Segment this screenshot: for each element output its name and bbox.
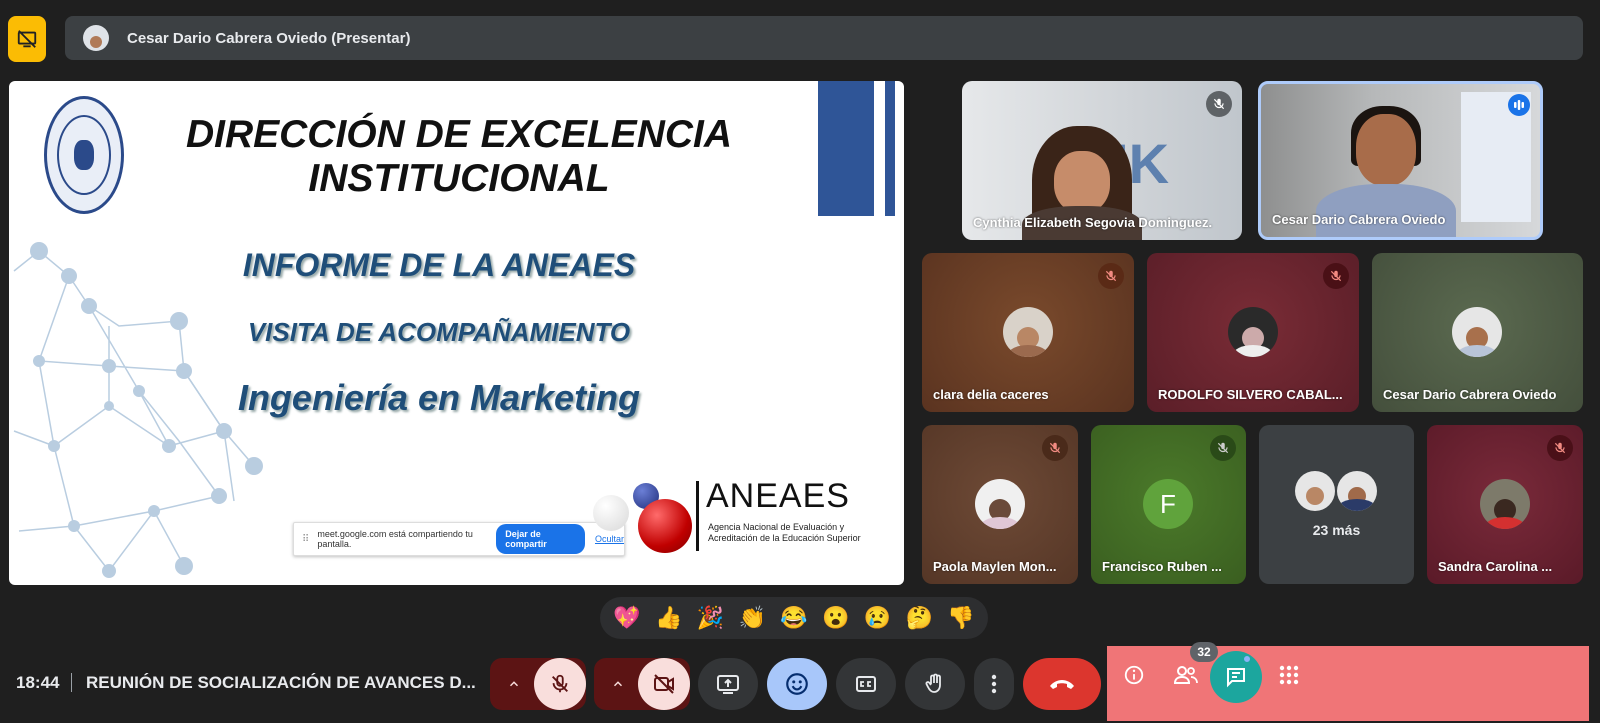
participant-name: Cesar Dario Cabrera Oviedo [1272, 212, 1446, 227]
mic-options-button[interactable] [492, 658, 536, 710]
slide-heading-visit: VISITA DE ACOMPAÑAMIENTO [247, 317, 631, 347]
camera-off-icon [654, 674, 674, 694]
meeting-clock: 18:44 [16, 673, 60, 692]
reaction-clap-button[interactable]: 👏 [738, 605, 765, 631]
participant-avatar [1228, 307, 1278, 357]
muted-mic-icon [1098, 263, 1124, 289]
participant-tile[interactable]: clara delia caceres [922, 253, 1134, 412]
closed-captions-icon [856, 676, 876, 692]
people-button[interactable] [1171, 662, 1201, 688]
presenter-name: Cesar Dario Cabrera Oviedo (Presentar) [127, 29, 411, 47]
divider [71, 673, 72, 692]
muted-mic-icon [1323, 263, 1349, 289]
apps-grid-icon [1279, 665, 1299, 685]
chat-button[interactable] [1210, 651, 1262, 703]
slide-title: DIRECCIÓN DE EXCELENCIA INSTITUCIONAL [185, 113, 733, 200]
aneaes-logo-subtitle: Agencia Nacional de Evaluación y Acredit… [708, 522, 861, 543]
participant-avatar [1295, 471, 1335, 511]
participant-name: Cynthia Elizabeth Segovia Dominguez. [973, 215, 1213, 230]
chevron-up-icon [613, 681, 623, 687]
share-notice-text: meet.google.com está compartiendo tu pan… [317, 529, 473, 549]
present-screen-button[interactable] [698, 658, 758, 710]
drag-handle-icon[interactable]: ⠿ [302, 534, 309, 545]
more-vertical-icon [991, 674, 997, 694]
stop-presenting-button[interactable] [8, 16, 46, 62]
participant-avatar [975, 479, 1025, 529]
participant-name: Francisco Ruben ... [1102, 559, 1222, 574]
chat-icon [1227, 668, 1245, 688]
participant-tile[interactable]: Cesar Dario Cabrera Oviedo [1372, 253, 1583, 412]
participant-name: Sandra Carolina ... [1438, 559, 1553, 574]
emoji-reactions-button[interactable] [767, 658, 827, 710]
people-icon [1173, 666, 1198, 684]
reaction-heart-button[interactable]: 💖 [613, 605, 640, 631]
screen-share-notice: ⠿ meet.google.com está compartiendo tu p… [293, 522, 625, 556]
participant-name: clara delia caceres [933, 387, 1049, 402]
participant-avatar [1480, 479, 1530, 529]
participant-avatar [1003, 307, 1053, 357]
present-to-all-icon [717, 675, 739, 694]
meet-window: Cesar Dario Cabrera Oviedo (Presentar) D… [0, 0, 1600, 723]
chat-notification-dot [1242, 654, 1252, 664]
muted-mic-icon [1206, 91, 1232, 117]
participant-initial-avatar: F [1143, 479, 1193, 529]
mic-off-icon [552, 674, 568, 693]
university-seal-logo [44, 96, 124, 214]
info-icon [1124, 665, 1144, 685]
muted-mic-icon [1042, 435, 1068, 461]
muted-mic-icon [1210, 435, 1236, 461]
chevron-up-icon [509, 681, 519, 687]
reaction-thinking-button[interactable]: 🤔 [906, 605, 933, 631]
decorative-stripe [885, 81, 895, 216]
participant-avatar [1452, 307, 1502, 357]
hang-up-icon [1050, 680, 1074, 689]
camera-options-button[interactable] [596, 658, 640, 710]
reaction-sad-button[interactable]: 😢 [864, 605, 891, 631]
meeting-title: REUNIÓN DE SOCIALIZACIÓN DE AVANCES D... [86, 673, 476, 692]
raise-hand-button[interactable] [905, 658, 965, 710]
participant-tile[interactable]: Paola Maylen Mon... [922, 425, 1078, 584]
reaction-surprised-button[interactable]: 😮 [822, 605, 849, 631]
participant-avatar [1337, 471, 1377, 511]
smiley-icon [786, 673, 808, 695]
participants-count-badge: 32 [1190, 642, 1218, 662]
presenter-avatar [83, 25, 109, 51]
decorative-stripe [818, 81, 874, 216]
presenter-bar: Cesar Dario Cabrera Oviedo (Presentar) [65, 16, 1583, 60]
muted-mic-icon [1547, 435, 1573, 461]
speaking-indicator-icon [1508, 94, 1530, 116]
leave-call-button[interactable] [1023, 658, 1101, 710]
participant-video-tile-speaking[interactable]: Cesar Dario Cabrera Oviedo [1258, 81, 1543, 240]
reaction-party-button[interactable]: 🎉 [697, 605, 724, 631]
participant-tile[interactable]: Sandra Carolina ... [1427, 425, 1583, 584]
participant-tile[interactable]: RODOLFO SILVERO CABAL... [1147, 253, 1359, 412]
hand-icon [925, 673, 941, 693]
stop-sharing-button[interactable]: Dejar de compartir [496, 524, 585, 554]
meeting-details-button[interactable] [1121, 662, 1147, 688]
reaction-thumbs-up-button[interactable]: 👍 [655, 605, 682, 631]
activities-button[interactable] [1276, 662, 1302, 688]
participant-name: Cesar Dario Cabrera Oviedo [1383, 387, 1557, 402]
more-options-button[interactable] [974, 658, 1014, 710]
camera-toggle-button[interactable] [638, 658, 690, 710]
aneaes-logo: ANEAES Agencia Nacional de Evaluación y … [583, 471, 873, 571]
reaction-thumbs-down-button[interactable]: 👎 [947, 605, 974, 631]
slide-heading-report: INFORME DE LA ANEAES [242, 247, 636, 283]
shared-screen[interactable]: DIRECCIÓN DE EXCELENCIA INSTITUCIONAL IN… [9, 81, 904, 585]
microphone-toggle-button[interactable] [534, 658, 586, 710]
participant-video-tile[interactable]: MK Cynthia Elizabeth Segovia Dominguez. [962, 81, 1242, 240]
participant-name: RODOLFO SILVERO CABAL... [1158, 387, 1343, 402]
more-participants-tile[interactable]: 23 más [1259, 425, 1414, 584]
participant-name: Paola Maylen Mon... [933, 559, 1057, 574]
slide-heading-program: Ingeniería en Marketing [237, 377, 641, 418]
aneaes-logo-name: ANEAES [706, 477, 850, 515]
reaction-laugh-button[interactable]: 😂 [780, 605, 807, 631]
more-participants-label: 23 más [1312, 522, 1361, 538]
reactions-bar: 💖 👍 🎉 👏 😂 😮 😢 🤔 👎 [600, 597, 988, 639]
screen-share-off-icon [17, 30, 37, 48]
participant-tile[interactable]: F Francisco Ruben ... [1091, 425, 1246, 584]
captions-button[interactable] [836, 658, 896, 710]
